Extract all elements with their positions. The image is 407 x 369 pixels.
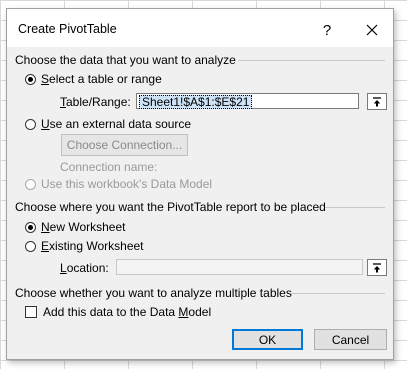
data-model-label: Use this workbook's Data Model <box>41 177 213 191</box>
existing-worksheet-label: Existing Worksheet <box>41 239 144 253</box>
table-range-collapse-button[interactable] <box>367 93 387 110</box>
location-label: Location: <box>60 261 109 275</box>
existing-worksheet-radio[interactable] <box>25 240 36 252</box>
location-input[interactable] <box>116 259 363 275</box>
add-to-data-model-option[interactable]: Add this data to the Data Model <box>25 305 211 319</box>
external-source-option[interactable]: Use an external data source <box>25 116 191 132</box>
placement-heading: Choose where you want the PivotTable rep… <box>15 200 326 214</box>
new-worksheet-option[interactable]: New Worksheet <box>25 219 125 235</box>
help-button[interactable]: ? <box>310 17 344 43</box>
data-model-radio[interactable] <box>25 178 36 190</box>
choose-connection-button[interactable]: Choose Connection... <box>61 134 188 156</box>
create-pivottable-dialog: Create PivotTable ? Choose the data that… <box>6 8 394 360</box>
add-to-data-model-label: Add this data to the Data Model <box>43 305 212 319</box>
ok-button[interactable]: OK <box>232 329 303 350</box>
cancel-button[interactable]: Cancel <box>314 329 387 350</box>
select-range-radio[interactable] <box>25 73 36 85</box>
location-collapse-button[interactable] <box>367 259 387 276</box>
table-range-value: Sheet1!$A$1:$E$21 <box>139 95 253 109</box>
select-table-range-option[interactable]: Select a table or range <box>25 71 162 87</box>
multiple-tables-heading: Choose whether you want to analyze multi… <box>15 286 292 300</box>
connection-name-label: Connection name: <box>60 160 158 174</box>
external-source-label: Use an external data source <box>41 117 192 131</box>
add-to-data-model-checkbox[interactable] <box>25 306 37 318</box>
new-worksheet-radio[interactable] <box>25 221 36 233</box>
select-range-label: Select a table or range <box>41 72 162 86</box>
external-source-radio[interactable] <box>25 118 36 130</box>
collapse-dialog-icon <box>373 262 381 272</box>
data-model-option[interactable]: Use this workbook's Data Model <box>25 176 212 192</box>
title-bar: Create PivotTable ? <box>7 9 393 47</box>
existing-worksheet-option[interactable]: Existing Worksheet <box>25 238 144 254</box>
data-source-heading: Choose the data that you want to analyze <box>15 53 236 67</box>
section-divider <box>238 60 385 61</box>
collapse-dialog-icon <box>373 96 381 106</box>
section-divider <box>325 207 385 208</box>
dialog-title: Create PivotTable <box>18 22 117 36</box>
section-divider <box>291 293 385 294</box>
table-range-label: Table/Range: <box>60 95 131 109</box>
close-icon <box>366 24 378 36</box>
close-button[interactable] <box>355 17 389 43</box>
new-worksheet-label: New Worksheet <box>41 220 126 234</box>
table-range-input[interactable]: Sheet1!$A$1:$E$21 <box>136 93 359 109</box>
